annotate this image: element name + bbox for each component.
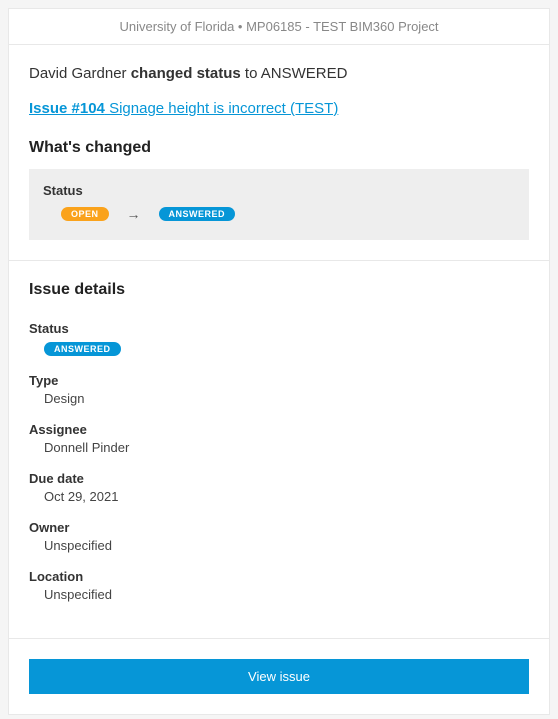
detail-owner: Owner Unspecified bbox=[29, 520, 529, 553]
project-context: University of Florida • MP06185 - TEST B… bbox=[119, 19, 438, 34]
change-box: Status OPEN → ANSWERED bbox=[29, 169, 529, 240]
detail-type-label: Type bbox=[29, 373, 529, 388]
status-from-badge: OPEN bbox=[61, 207, 109, 221]
activity-section: David Gardner changed status to ANSWERED… bbox=[9, 45, 549, 260]
detail-owner-label: Owner bbox=[29, 520, 529, 535]
detail-duedate-value: Oct 29, 2021 bbox=[29, 489, 529, 504]
detail-location: Location Unspecified bbox=[29, 569, 529, 602]
change-field-label: Status bbox=[43, 183, 515, 198]
detail-type-value: Design bbox=[29, 391, 529, 406]
detail-duedate-label: Due date bbox=[29, 471, 529, 486]
detail-assignee: Assignee Donnell Pinder bbox=[29, 422, 529, 455]
whats-changed-title: What's changed bbox=[29, 139, 529, 157]
detail-owner-value: Unspecified bbox=[29, 538, 529, 553]
detail-status-badge: ANSWERED bbox=[44, 342, 121, 356]
detail-location-label: Location bbox=[29, 569, 529, 584]
button-section: View issue bbox=[9, 638, 549, 714]
detail-status-label: Status bbox=[29, 321, 529, 336]
action-verb: changed status bbox=[131, 65, 241, 82]
status-transition: OPEN → ANSWERED bbox=[43, 206, 515, 222]
project-header: University of Florida • MP06185 - TEST B… bbox=[9, 9, 549, 45]
issue-details-title: Issue details bbox=[29, 281, 529, 299]
detail-assignee-value: Donnell Pinder bbox=[29, 440, 529, 455]
issue-details-section: Issue details Status ANSWERED Type Desig… bbox=[9, 260, 549, 638]
action-target: to ANSWERED bbox=[241, 65, 348, 82]
view-issue-button[interactable]: View issue bbox=[29, 659, 529, 694]
detail-status: Status ANSWERED bbox=[29, 321, 529, 357]
detail-assignee-label: Assignee bbox=[29, 422, 529, 437]
email-container: University of Florida • MP06185 - TEST B… bbox=[8, 8, 550, 715]
issue-title: Signage height is incorrect (TEST) bbox=[105, 100, 338, 117]
issue-link[interactable]: Issue #104 Signage height is incorrect (… bbox=[29, 100, 338, 117]
activity-summary: David Gardner changed status to ANSWERED bbox=[29, 65, 529, 82]
detail-type: Type Design bbox=[29, 373, 529, 406]
detail-duedate: Due date Oct 29, 2021 bbox=[29, 471, 529, 504]
arrow-icon: → bbox=[127, 206, 141, 222]
actor-name: David Gardner bbox=[29, 65, 131, 82]
status-to-badge: ANSWERED bbox=[159, 207, 236, 221]
issue-number: Issue #104 bbox=[29, 100, 105, 117]
detail-location-value: Unspecified bbox=[29, 587, 529, 602]
